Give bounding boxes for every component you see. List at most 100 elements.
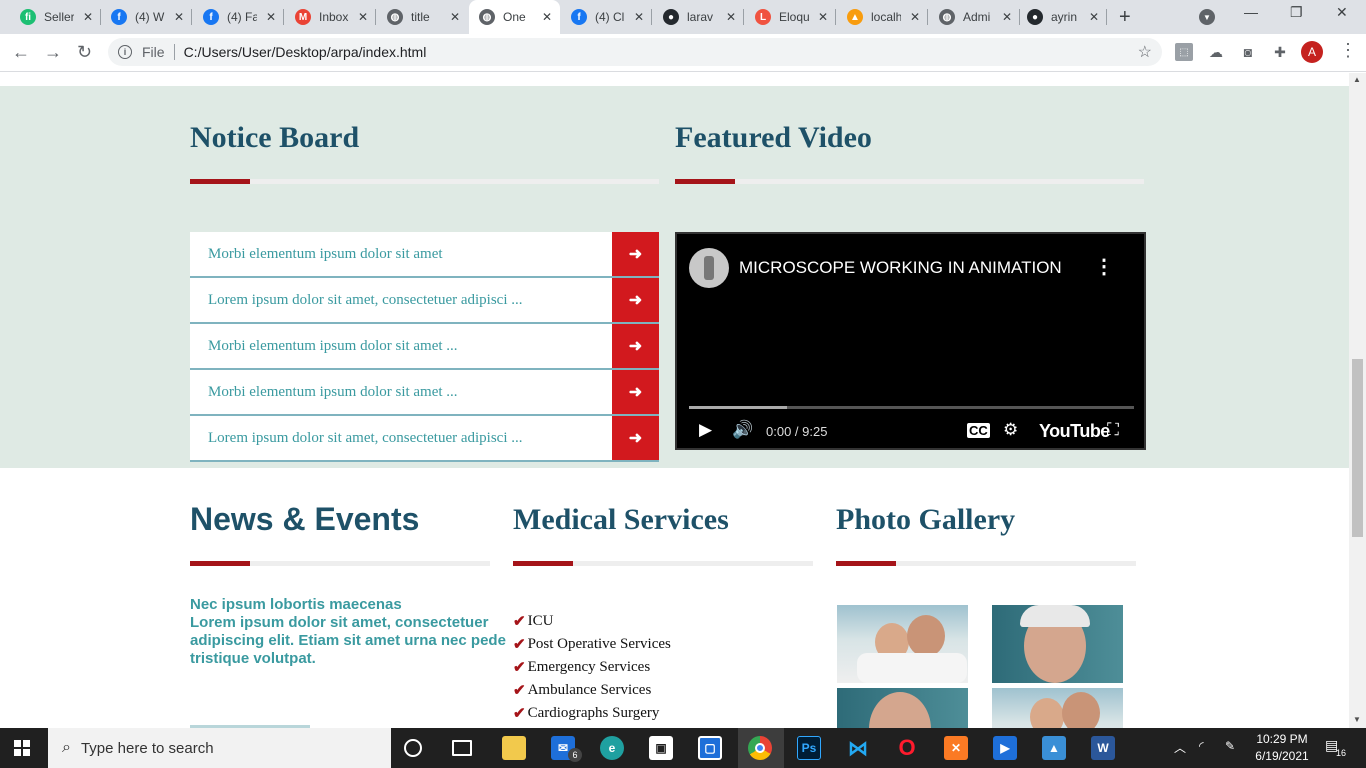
arrow-right-icon[interactable]: ➜ xyxy=(612,416,659,460)
captions-icon[interactable]: CC xyxy=(967,423,990,438)
network-icon[interactable]: ◜ xyxy=(1199,739,1204,753)
store-icon[interactable]: ▣ xyxy=(649,736,673,760)
app-icon[interactable]: ▢ xyxy=(698,736,722,760)
close-tab-icon[interactable]: ✕ xyxy=(726,10,736,24)
notice-item[interactable]: Morbi elementum ipsum dolor sit amet ➜ xyxy=(190,232,659,278)
scrollbar-thumb[interactable] xyxy=(1352,359,1363,537)
edge-icon[interactable]: e xyxy=(600,736,624,760)
video-app-icon[interactable]: ▶ xyxy=(993,736,1017,760)
browser-tab[interactable]: ● ayrin ✕ xyxy=(1017,0,1107,34)
close-tab-icon[interactable]: ✕ xyxy=(818,10,828,24)
taskbar-clock[interactable]: 10:29 PM 6/19/2021 xyxy=(1252,731,1312,765)
close-tab-icon[interactable]: ✕ xyxy=(910,10,920,24)
notice-item[interactable]: Morbi elementum ipsum dolor sit amet ...… xyxy=(190,324,659,370)
pen-icon[interactable]: ✎ xyxy=(1225,739,1235,753)
video-progress-bar[interactable] xyxy=(689,406,1134,409)
youtube-logo[interactable]: YouTube xyxy=(1039,421,1110,442)
back-arrow-icon[interactable]: ← xyxy=(12,42,30,63)
close-tab-icon[interactable]: ✕ xyxy=(358,10,368,24)
news-item[interactable]: Nec ipsum lobortis maecenas Lorem ipsum … xyxy=(190,596,510,668)
page-scrollbar[interactable]: ▲ ▼ xyxy=(1349,73,1366,728)
notice-item-text[interactable]: Morbi elementum ipsum dolor sit amet ... xyxy=(208,384,458,401)
tray-chevron-icon[interactable]: ︿ xyxy=(1174,739,1186,756)
cloud-extension-icon[interactable]: ☁ xyxy=(1207,43,1225,61)
arrow-right-icon[interactable]: ➜ xyxy=(612,324,659,368)
youtube-player[interactable]: MICROSCOPE WORKING IN ANIMATION ⋮ ▶ 🔊 0:… xyxy=(675,232,1146,450)
arrow-right-icon[interactable]: ➜ xyxy=(612,370,659,414)
omnibox-divider xyxy=(173,44,175,60)
browser-tab[interactable]: ◍ title ✕ xyxy=(377,0,468,34)
profile-avatar[interactable]: A xyxy=(1301,41,1323,63)
volume-icon[interactable]: 🔊 xyxy=(732,420,753,440)
taskbar-search[interactable]: ⌕ Type here to search xyxy=(48,728,391,768)
video-title[interactable]: MICROSCOPE WORKING IN ANIMATION xyxy=(739,258,1062,278)
notice-item-text[interactable]: Lorem ipsum dolor sit amet, consectetuer… xyxy=(208,430,523,447)
channel-avatar[interactable] xyxy=(689,248,729,288)
tab-separator xyxy=(191,9,192,25)
forward-arrow-icon[interactable]: → xyxy=(44,42,62,63)
photos-icon[interactable]: ▲ xyxy=(1042,736,1066,760)
word-icon[interactable]: W xyxy=(1091,736,1115,760)
puzzle-extensions-icon[interactable]: ✚ xyxy=(1271,43,1289,61)
browser-tab[interactable]: fi Seller ✕ xyxy=(10,0,101,34)
file-explorer-icon[interactable] xyxy=(502,736,526,760)
close-tab-icon[interactable]: ✕ xyxy=(1002,10,1012,24)
browser-tab[interactable]: L Eloqu ✕ xyxy=(745,0,836,34)
browser-tab[interactable]: ● larav ✕ xyxy=(653,0,744,34)
notice-item-text[interactable]: Lorem ipsum dolor sit amet, consectetuer… xyxy=(208,292,523,309)
task-view-icon[interactable] xyxy=(452,740,472,756)
notice-item[interactable]: Lorem ipsum dolor sit amet, consectetuer… xyxy=(190,416,659,462)
browser-tab[interactable]: M Inbox ✕ xyxy=(285,0,376,34)
photoshop-icon[interactable]: Ps xyxy=(797,736,821,760)
vscode-icon[interactable]: ⋈ xyxy=(846,736,870,760)
service-label: Cardiographs Surgery xyxy=(527,705,660,721)
scroll-down-arrow-icon[interactable]: ▼ xyxy=(1353,715,1361,724)
camera-extension-icon[interactable]: ◙ xyxy=(1239,43,1257,61)
notice-item-text[interactable]: Morbi elementum ipsum dolor sit amet xyxy=(208,246,443,263)
video-more-icon[interactable]: ⋮ xyxy=(1094,254,1114,279)
scroll-up-arrow-icon[interactable]: ▲ xyxy=(1353,75,1361,84)
gallery-photo[interactable] xyxy=(992,605,1123,683)
cortana-icon[interactable] xyxy=(404,739,422,757)
news-headline[interactable]: Nec ipsum lobortis maecenas xyxy=(190,596,510,614)
close-tab-icon[interactable]: ✕ xyxy=(450,10,460,24)
xampp-icon[interactable]: ✕ xyxy=(944,736,968,760)
browser-tab[interactable]: ▲ localh ✕ xyxy=(837,0,928,34)
arrow-right-icon[interactable]: ➜ xyxy=(612,278,659,322)
close-window-button[interactable]: ✕ xyxy=(1336,4,1348,21)
fullscreen-icon[interactable]: ⛶ xyxy=(1107,420,1119,440)
reload-icon[interactable]: ↻ xyxy=(77,42,92,63)
browser-menu-icon[interactable]: ⋮ xyxy=(1339,40,1357,61)
close-tab-icon[interactable]: ✕ xyxy=(542,10,552,24)
windows-start-icon[interactable] xyxy=(14,740,30,756)
bookmark-star-icon[interactable]: ☆ xyxy=(1138,42,1152,62)
gallery-photo[interactable] xyxy=(837,605,968,683)
pdf-extension-icon[interactable]: ⬚ xyxy=(1175,43,1193,61)
tab-search-icon[interactable]: ▼ xyxy=(1199,9,1215,25)
browser-tab[interactable]: f (4) Fa ✕ xyxy=(193,0,284,34)
gallery-photo[interactable] xyxy=(992,688,1123,728)
address-bar[interactable]: i File C:/Users/User/Desktop/arpa/index.… xyxy=(108,38,1162,66)
close-tab-icon[interactable]: ✕ xyxy=(266,10,276,24)
close-tab-icon[interactable]: ✕ xyxy=(174,10,184,24)
restore-button[interactable]: ❐ xyxy=(1290,4,1303,21)
browser-tab[interactable]: f (4) Cl ✕ xyxy=(561,0,652,34)
browser-tab[interactable]: ◍ One ✕ xyxy=(469,0,560,34)
new-tab-button[interactable]: + xyxy=(1119,6,1131,29)
browser-tab[interactable]: ◍ Admi ✕ xyxy=(929,0,1020,34)
notice-item[interactable]: Lorem ipsum dolor sit amet, consectetuer… xyxy=(190,278,659,324)
settings-gear-icon[interactable]: ⚙ xyxy=(1003,420,1018,440)
opera-icon[interactable]: O xyxy=(895,735,919,760)
notice-item-text[interactable]: Morbi elementum ipsum dolor sit amet ... xyxy=(208,338,458,355)
browser-tab[interactable]: f (4) W ✕ xyxy=(101,0,192,34)
info-icon[interactable]: i xyxy=(118,45,132,59)
close-tab-icon[interactable]: ✕ xyxy=(83,10,93,24)
close-tab-icon[interactable]: ✕ xyxy=(1089,10,1099,24)
arrow-right-icon[interactable]: ➜ xyxy=(612,232,659,276)
gallery-photo[interactable] xyxy=(837,688,968,728)
minimize-button[interactable]: — xyxy=(1244,4,1258,20)
play-icon[interactable]: ▶ xyxy=(699,420,712,440)
chrome-icon[interactable] xyxy=(748,736,772,760)
close-tab-icon[interactable]: ✕ xyxy=(634,10,644,24)
notice-item[interactable]: Morbi elementum ipsum dolor sit amet ...… xyxy=(190,370,659,416)
